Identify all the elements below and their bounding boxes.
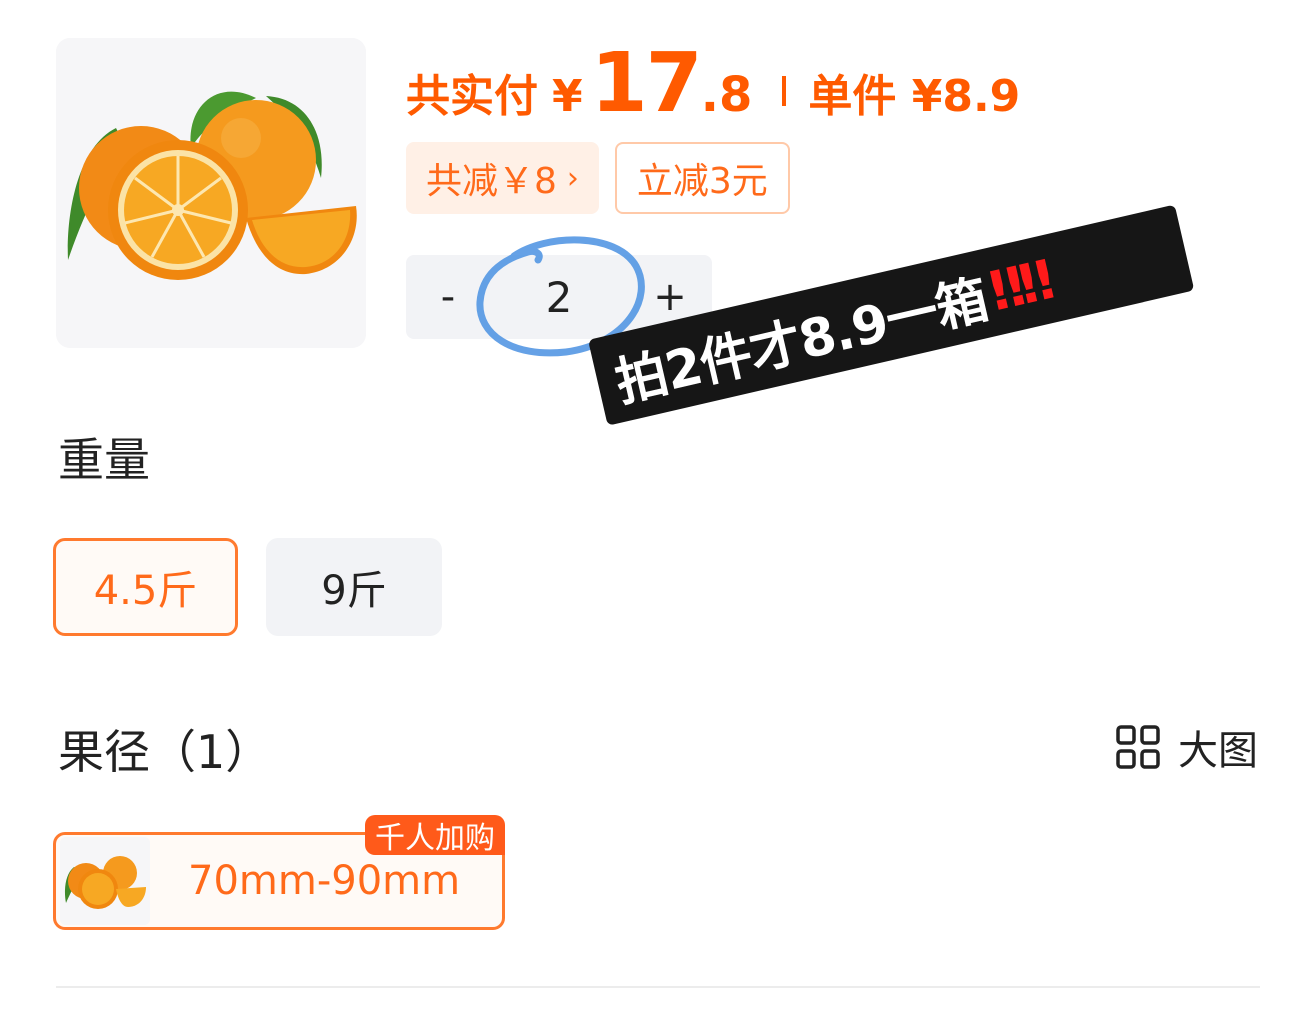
total-paid-label: 共实付: [406, 71, 538, 122]
size-option-thumbnail: [60, 837, 150, 925]
price-separator: [782, 76, 787, 106]
orange-fruit-image: [56, 38, 366, 348]
weight-option-9[interactable]: 9斤: [266, 538, 442, 636]
total-price-decimal: .8: [700, 67, 753, 123]
price-summary: 共实付 ¥ 17 .8 单件 ¥8.9: [406, 36, 1021, 131]
size-option-label: 70mm-90mm: [188, 858, 461, 904]
popular-badge: 千人加购: [365, 815, 505, 856]
total-discount-label: 共减￥8: [426, 161, 557, 202]
currency-symbol: ¥: [552, 71, 583, 122]
weight-option-4-5[interactable]: 4.5斤: [53, 538, 238, 636]
double-exclamation-icon: ‼‼: [983, 248, 1057, 323]
chevron-right-icon: ›: [566, 160, 579, 196]
orange-thumbnail-image: [60, 837, 150, 925]
big-view-button[interactable]: 大图: [1114, 718, 1258, 776]
size-option-70-90mm[interactable]: 70mm-90mm 千人加购: [53, 815, 505, 930]
decrease-button[interactable]: -: [406, 255, 490, 339]
weight-section-title: 重量: [58, 433, 150, 487]
grid-icon: [1116, 725, 1160, 769]
total-price-integer: 17: [590, 36, 703, 131]
unit-price: 单件 ¥8.9: [808, 71, 1021, 122]
big-view-label: 大图: [1178, 728, 1258, 774]
instant-discount-label: 立减3元: [636, 161, 768, 202]
product-image[interactable]: [56, 38, 366, 348]
instant-discount-tag: 立减3元: [614, 142, 790, 214]
quantity-value[interactable]: 2: [490, 255, 628, 339]
size-section-title: 果径（1）: [58, 725, 272, 779]
total-discount-tag[interactable]: 共减￥8 ›: [406, 142, 599, 214]
discount-tags: 共减￥8 › 立减3元: [406, 142, 790, 214]
bottom-divider: [56, 986, 1260, 988]
